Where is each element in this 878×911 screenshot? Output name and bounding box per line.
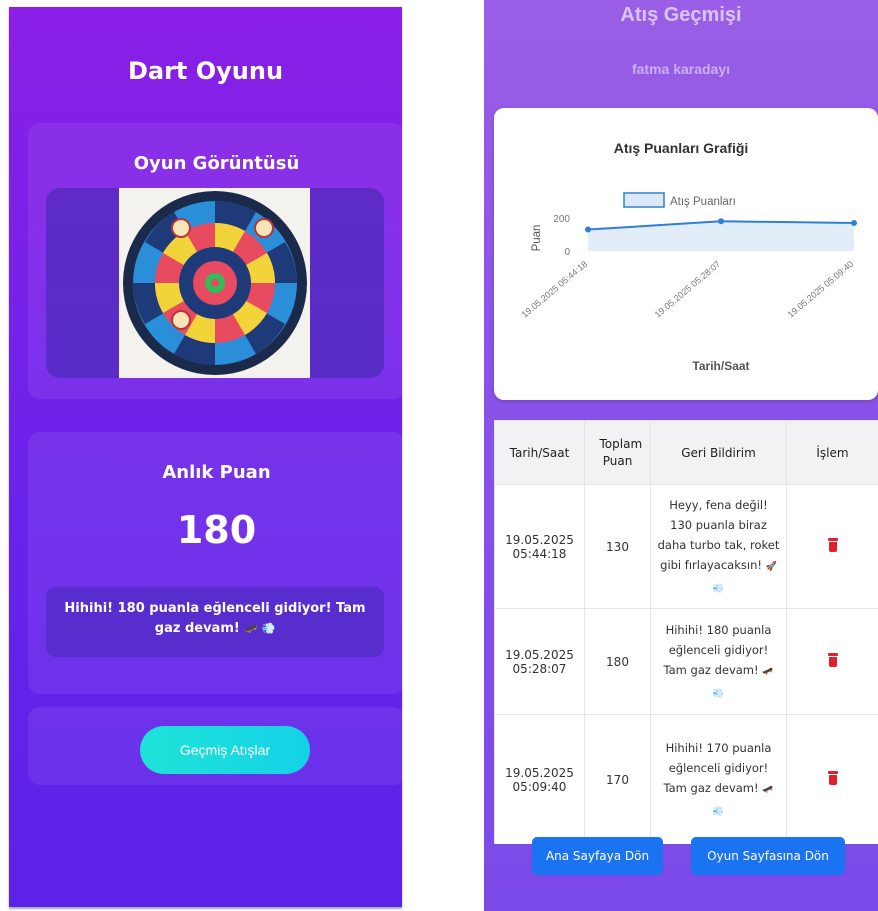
trash-icon[interactable] — [827, 653, 839, 667]
feedback-text: Hihihi! 180 puanla eğlenceli gidiyor! Ta… — [64, 601, 366, 636]
row-time: 05:09:40 — [512, 779, 567, 794]
legend-label: Atış Puanları — [670, 196, 736, 208]
history-table: Tarih/Saat Toplam Puan Geri Bildirim İşl… — [494, 420, 878, 844]
row-date: 19.05.2025 — [505, 765, 574, 780]
header-total: Toplam Puan — [584, 420, 651, 485]
back-to-home-button[interactable]: Ana Sayfaya Dön — [532, 837, 663, 875]
x-axis-ticks: 19.05.2025 05:44:18 19.05.2025 05:28:07 19… — [520, 259, 856, 320]
table-header-row: Tarih/Saat Toplam Puan Geri Bildirim İşl… — [494, 420, 878, 485]
trash-icon[interactable] — [827, 538, 839, 552]
history-button[interactable]: Geçmiş Atışlar — [140, 726, 310, 774]
header-total-label: Toplam Puan — [599, 436, 643, 468]
x-tick-label: 19.05.2025 05:28:07 — [653, 259, 723, 320]
table-row: 19.05.2025 05:28:07 180 Hihihi! 180 puanl… — [494, 608, 878, 715]
current-score: 180 — [176, 508, 257, 552]
history-button-card: Geçmiş Atışlar — [28, 707, 405, 785]
row-feedback-text: Hihihi! 170 puanla eğlenceli gidiyor! Ta… — [663, 740, 772, 795]
history-title: Atış Geçmişi — [620, 4, 742, 26]
history-panel: Atış Geçmişi fatma karadayı Atış Puanlar… — [484, 0, 878, 911]
game-panel: Dart Oyunu Oyun Görüntüsü Anlık Puan 180… — [9, 7, 405, 907]
feedback-emoji: 🛹 💨 — [244, 622, 276, 635]
y-tick-label: 0 — [564, 247, 570, 258]
current-score-card: Anlık Puan 180 Hihihi! 180 puanla eğlenc… — [28, 432, 405, 694]
table-row: 19.05.2025 05:44:18 130 Heyy, fena değil!… — [494, 484, 878, 609]
x-tick-label: 19.05.2025 05:09:40 — [786, 259, 856, 320]
dartboard-image[interactable] — [119, 188, 310, 378]
row-total: 130 — [584, 484, 651, 609]
score-feedback: Hihihi! 180 puanla eğlenceli gidiyor! Ta… — [46, 587, 384, 657]
score-chart: Atış Puanları Puan Tarih/Saat 0 200 19.05… — [520, 192, 857, 373]
y-axis-ticks: 0 200 — [553, 214, 570, 258]
row-feedback: Hihihi! 170 puanla eğlenceli gidiyor! Ta… — [650, 714, 787, 844]
back-to-game-button[interactable]: Oyun Sayfasına Dön — [691, 837, 845, 875]
data-point — [585, 226, 591, 233]
row-total: 170 — [584, 714, 651, 844]
trash-icon[interactable] — [827, 771, 839, 785]
row-feedback: Heyy, fena değil! 130 puanla biraz daha … — [650, 484, 787, 609]
score-chart-card: Atış Puanları Grafiği Atış Puanları Puan… — [494, 108, 878, 400]
chart-legend[interactable]: Atış Puanları — [623, 192, 736, 208]
row-feedback: Hihihi! 180 puanla eğlenceli gidiyor! Ta… — [650, 608, 787, 715]
data-point — [851, 219, 857, 226]
data-point — [718, 218, 724, 225]
dartboard-icon — [119, 188, 310, 378]
row-datetime: 19.05.2025 05:28:07 — [494, 608, 585, 715]
game-image-container — [46, 188, 384, 378]
row-date: 19.05.2025 — [505, 647, 574, 662]
y-axis-label: Puan — [531, 225, 543, 252]
plot-area — [585, 218, 857, 251]
header-action: İşlem — [786, 420, 878, 485]
row-action — [786, 608, 878, 715]
legend-swatch — [623, 192, 665, 208]
game-title: Dart Oyunu — [127, 57, 284, 85]
row-feedback-text: Heyy, fena değil! 130 puanla biraz daha … — [657, 497, 780, 572]
x-tick-label: 19.05.2025 05:44:18 — [520, 259, 590, 320]
header-feedback: Geri Bildirim — [650, 420, 787, 485]
row-datetime: 19.05.2025 05:44:18 — [494, 484, 585, 609]
row-date: 19.05.2025 — [505, 532, 574, 547]
score-heading: Anlık Puan — [162, 462, 271, 483]
game-view-heading: Oyun Görüntüsü — [133, 153, 300, 174]
row-action — [786, 714, 878, 844]
header-datetime: Tarih/Saat — [494, 420, 585, 485]
history-table-card: Tarih/Saat Toplam Puan Geri Bildirim İşl… — [494, 420, 878, 844]
row-feedback-text: Hihihi! 180 puanla eğlenceli gidiyor! Ta… — [663, 622, 772, 677]
row-datetime: 19.05.2025 05:09:40 — [494, 714, 585, 844]
y-tick-label: 200 — [553, 214, 570, 225]
username: fatma karadayı — [631, 61, 731, 77]
game-view-card: Oyun Görüntüsü — [28, 123, 405, 399]
x-axis-label: Tarih/Saat — [692, 359, 749, 373]
table-row: 19.05.2025 05:09:40 170 Hihihi! 170 puanl… — [494, 714, 878, 844]
row-time: 05:28:07 — [512, 661, 567, 676]
row-total: 180 — [584, 608, 651, 715]
row-action — [786, 484, 878, 609]
series-area — [588, 221, 854, 251]
row-time: 05:44:18 — [512, 546, 567, 561]
